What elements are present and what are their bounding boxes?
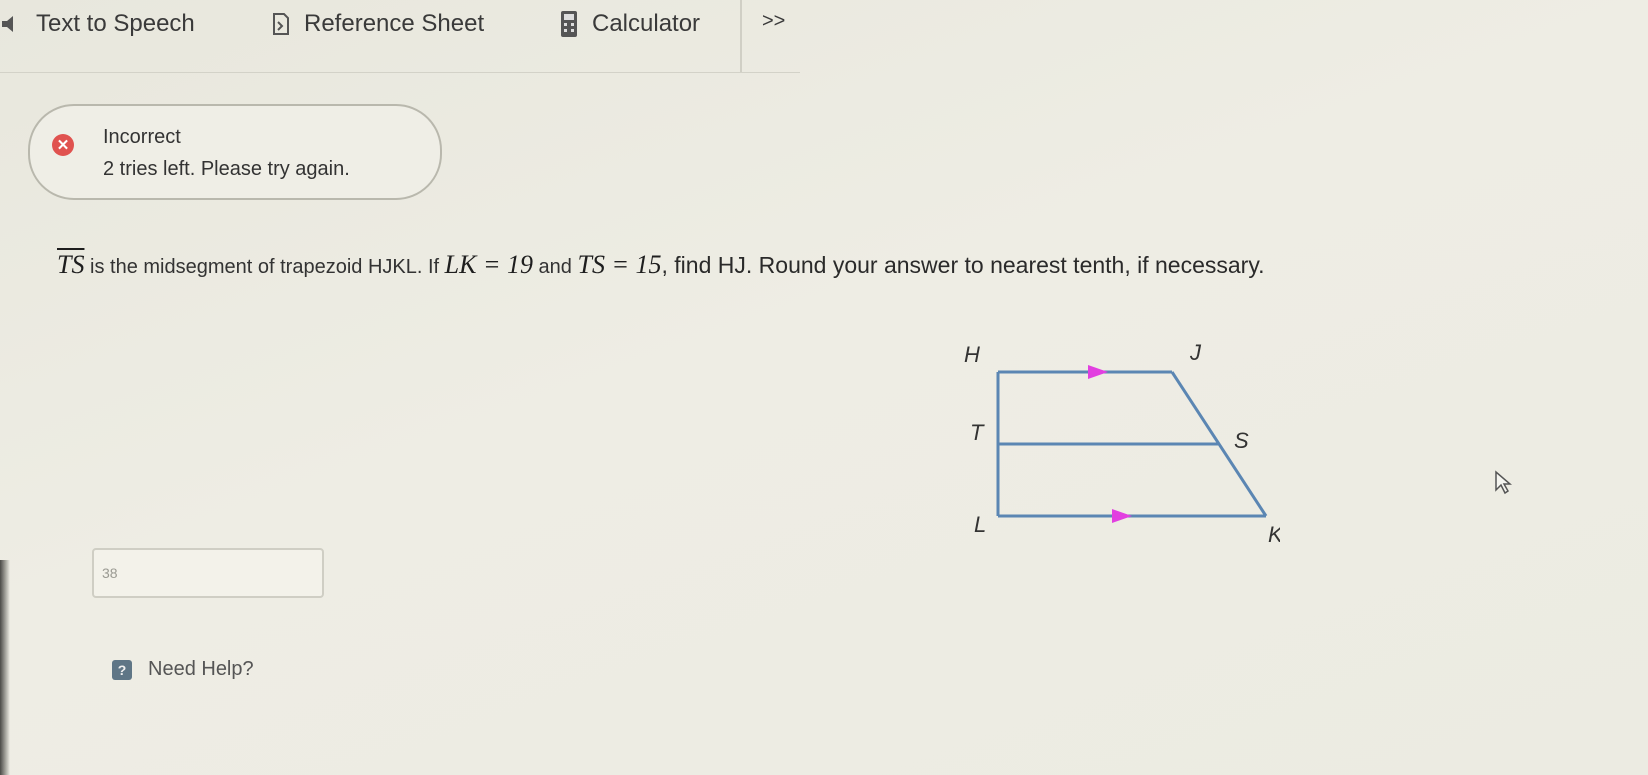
given-ts: TS = 15 <box>577 250 662 279</box>
feedback-status: Incorrect <box>103 126 181 148</box>
label-t: T <box>970 420 985 445</box>
parallel-arrow-top <box>1088 365 1108 379</box>
question-part-2: and <box>533 256 578 278</box>
given-lk: LK = 19 <box>444 250 533 279</box>
label-s: S <box>1234 428 1249 453</box>
calculator-button[interactable]: Calculator <box>560 6 700 42</box>
screen-edge-shadow <box>0 560 10 775</box>
calculator-label: Calculator <box>592 10 701 37</box>
question-part-1: is the midsegment of trapezoid HJKL. If <box>84 256 445 278</box>
question-part-3: , find <box>661 252 718 278</box>
document-icon <box>272 12 290 36</box>
text-to-speech-label: Text to Speech <box>36 10 195 37</box>
speaker-icon <box>0 13 22 35</box>
more-tools-button[interactable]: >> <box>762 10 785 33</box>
toolbar-divider <box>740 0 742 72</box>
calculator-icon <box>560 10 578 38</box>
toolbar: Text to Speech Reference Sheet Calculato… <box>0 0 800 73</box>
reference-sheet-label: Reference Sheet <box>304 10 485 37</box>
text-to-speech-button[interactable]: Text to Speech <box>0 6 195 42</box>
need-help-label: Need Help? <box>148 658 254 680</box>
need-help-button[interactable]: ? Need Help? <box>112 658 254 681</box>
parallel-arrow-bottom <box>1112 509 1132 523</box>
target-segment: HJ <box>717 252 746 278</box>
incorrect-icon: ✕ <box>52 134 74 156</box>
label-h: H <box>964 342 980 367</box>
label-j: J <box>1189 340 1202 365</box>
mouse-pointer-icon <box>1494 470 1513 501</box>
label-l: L <box>974 512 986 537</box>
trapezoid-diagram: H J T S L K <box>940 330 1284 555</box>
segment-ts: TS <box>57 250 85 279</box>
feedback-box: ✕ Incorrect 2 tries left. Please try aga… <box>28 104 442 200</box>
question-mark-icon: ? <box>112 659 132 680</box>
question-text: TS is the midsegment of trapezoid HJKL. … <box>57 250 1265 280</box>
reference-sheet-button[interactable]: Reference Sheet <box>272 6 484 42</box>
question-part-4: . Round your answer to nearest tenth, if… <box>745 252 1265 278</box>
answer-input[interactable] <box>92 548 324 598</box>
page: Text to Speech Reference Sheet Calculato… <box>0 0 1648 775</box>
feedback-message: 2 tries left. Please try again. <box>103 158 350 180</box>
label-k: K <box>1268 522 1280 547</box>
